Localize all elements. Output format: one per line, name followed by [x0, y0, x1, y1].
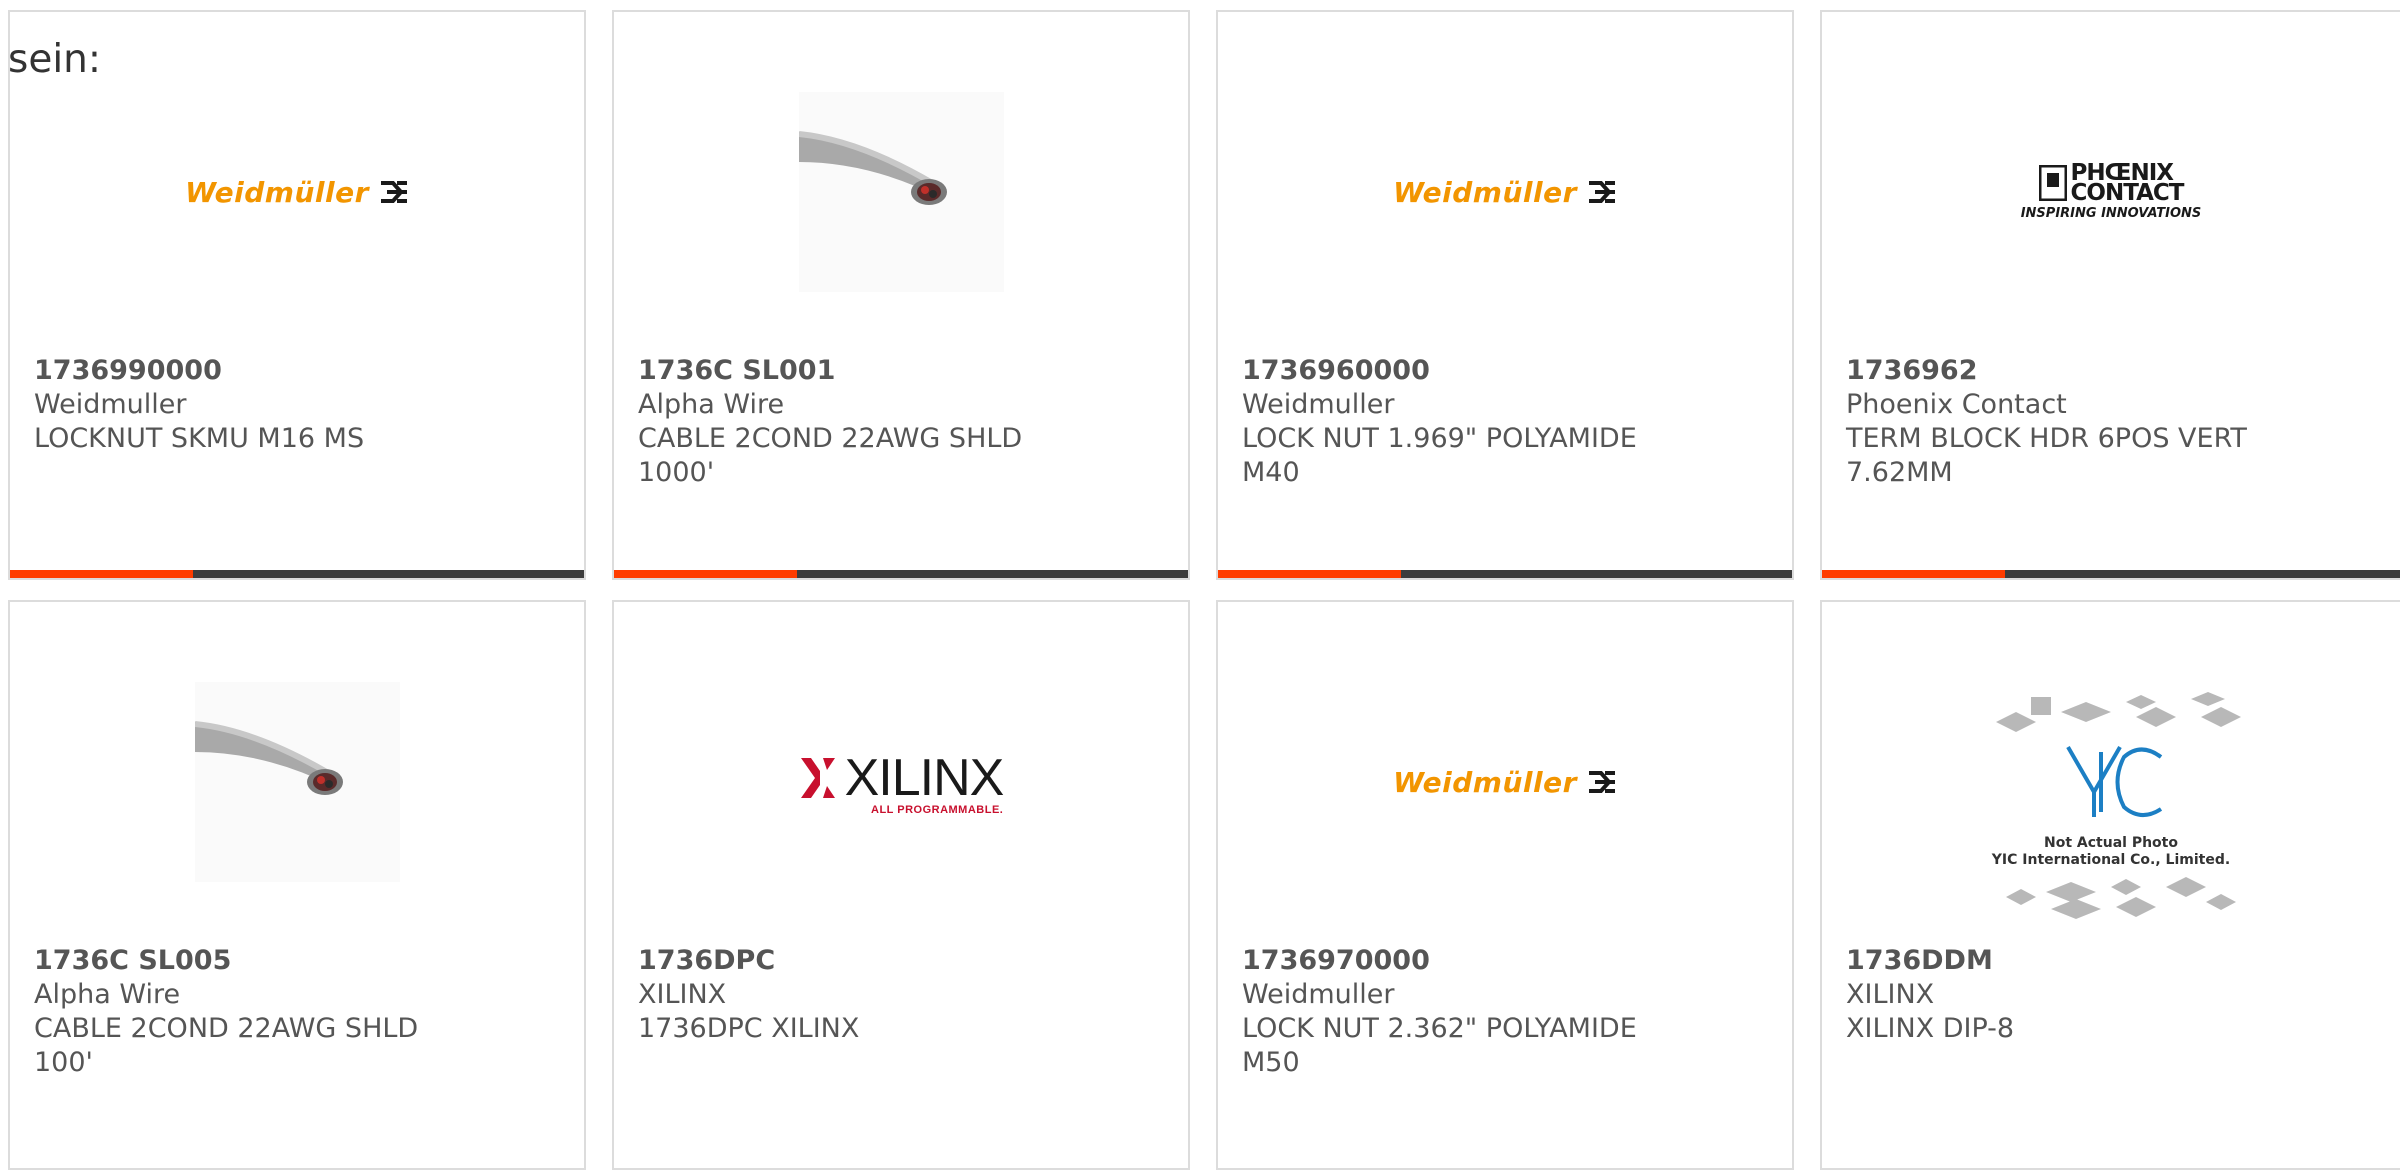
cable-photo[interactable] [10, 662, 584, 902]
product-card[interactable]: XILINX ALL PROGRAMMABLE. 1736DPC XILINX … [612, 600, 1190, 1170]
xilinx-mark-icon [800, 758, 835, 798]
card-bottom-bar [614, 570, 1188, 578]
product-description: 1736DPC XILINX [638, 1013, 860, 1044]
brand-name: Weidmuller [1242, 979, 1395, 1010]
part-number[interactable]: 1736C SL005 [34, 944, 454, 978]
part-number[interactable]: 1736962 [1846, 354, 2266, 388]
product-card[interactable]: 1736C SL005 Alpha Wire CABLE 2COND 22AWG… [8, 600, 586, 1170]
product-info: 1736970000 Weidmuller LOCK NUT 2.362" PO… [1242, 944, 1662, 1080]
weidmuller-logo[interactable]: Weidmüller [10, 72, 584, 312]
part-number[interactable]: 1736990000 [34, 354, 454, 388]
xilinx-logo-text: XILINX [844, 749, 1005, 807]
brand-name: Alpha Wire [34, 979, 181, 1010]
yic-placeholder[interactable] [1822, 687, 2400, 927]
product-info: 1736DPC XILINX 1736DPC XILINX [638, 944, 1058, 1046]
product-card[interactable]: PHŒNIX CONTACT INSPIRING INNOVATIONS 173… [1820, 10, 2400, 580]
product-card[interactable]: Weidmüller 1736990000 Weidmuller LOCKNUT… [8, 10, 586, 580]
brand-name: XILINX [638, 979, 727, 1010]
product-description: TERM BLOCK HDR 6POS VERT 7.62MM [1846, 423, 2247, 488]
card-bottom-bar [1822, 570, 2400, 578]
phoenix-contact-logo[interactable]: PHŒNIX CONTACT INSPIRING INNOVATIONS [1822, 72, 2400, 312]
brand-name: Weidmuller [1242, 389, 1395, 420]
yic-placeholder-image [1996, 692, 2241, 919]
brand-name: Alpha Wire [638, 389, 785, 420]
cable-image [798, 92, 1004, 292]
cable-image [194, 682, 400, 882]
product-description: LOCK NUT 2.362" POLYAMIDE M50 [1242, 1013, 1637, 1078]
brand-name: XILINX [1846, 979, 1935, 1010]
card-bottom-bar [10, 570, 584, 578]
product-description: LOCKNUT SKMU M16 MS [34, 423, 365, 454]
cable-photo[interactable] [614, 72, 1188, 312]
product-info: 1736962 Phoenix Contact TERM BLOCK HDR 6… [1846, 354, 2266, 490]
product-card[interactable]: 1736C SL001 Alpha Wire CABLE 2COND 22AWG… [612, 10, 1190, 580]
brand-name: Phoenix Contact [1846, 389, 2067, 420]
phoenix-logo-line2: CONTACT [2070, 180, 2185, 206]
product-card[interactable]: Weidmüller 1736960000 Weidmuller LOCK NU… [1216, 10, 1794, 580]
weidmuller-mark-icon [1588, 771, 1615, 793]
part-number[interactable]: 1736DDM [1846, 944, 2266, 978]
part-number[interactable]: 1736960000 [1242, 354, 1662, 388]
part-number[interactable]: 1736970000 [1242, 944, 1662, 978]
weidmuller-logo-text: Weidmüller [185, 175, 369, 209]
product-info: 1736C SL005 Alpha Wire CABLE 2COND 22AWG… [34, 944, 454, 1080]
product-info: 1736990000 Weidmuller LOCKNUT SKMU M16 M… [34, 354, 454, 456]
intro-text: sein: [8, 37, 102, 82]
product-card[interactable]: Weidmüller 1736970000 Weidmuller LOCK NU… [1216, 600, 1794, 1170]
part-number[interactable]: 1736DPC [638, 944, 1058, 978]
product-info: 1736DDM XILINX XILINX DIP-8 [1846, 944, 2266, 1046]
xilinx-logo-tagline: ALL PROGRAMMABLE. [871, 804, 1004, 816]
product-description: CABLE 2COND 22AWG SHLD 1000' [638, 423, 1023, 488]
phoenix-mark-icon [2038, 165, 2067, 201]
weidmuller-logo-text: Weidmüller [1393, 765, 1577, 799]
product-description: LOCK NUT 1.969" POLYAMIDE M40 [1242, 423, 1637, 488]
weidmuller-logo[interactable]: Weidmüller [1218, 72, 1792, 312]
product-card[interactable]: Not Actual Photo YIC International Co., … [1820, 600, 2400, 1170]
weidmuller-mark-icon [380, 181, 407, 203]
card-bottom-bar [1218, 570, 1792, 578]
product-info: 1736960000 Weidmuller LOCK NUT 1.969" PO… [1242, 354, 1662, 490]
product-info: 1736C SL001 Alpha Wire CABLE 2COND 22AWG… [638, 354, 1058, 490]
part-number[interactable]: 1736C SL001 [638, 354, 1058, 388]
phoenix-logo-tagline: INSPIRING INNOVATIONS [2020, 206, 2202, 221]
weidmuller-logo-text: Weidmüller [1393, 175, 1577, 209]
product-description: XILINX DIP-8 [1846, 1013, 2015, 1044]
product-description: CABLE 2COND 22AWG SHLD 100' [34, 1013, 419, 1078]
brand-name: Weidmuller [34, 389, 187, 420]
weidmuller-mark-icon [1588, 181, 1615, 203]
weidmuller-logo[interactable]: Weidmüller [1218, 662, 1792, 902]
xilinx-logo[interactable]: XILINX ALL PROGRAMMABLE. [614, 662, 1188, 902]
